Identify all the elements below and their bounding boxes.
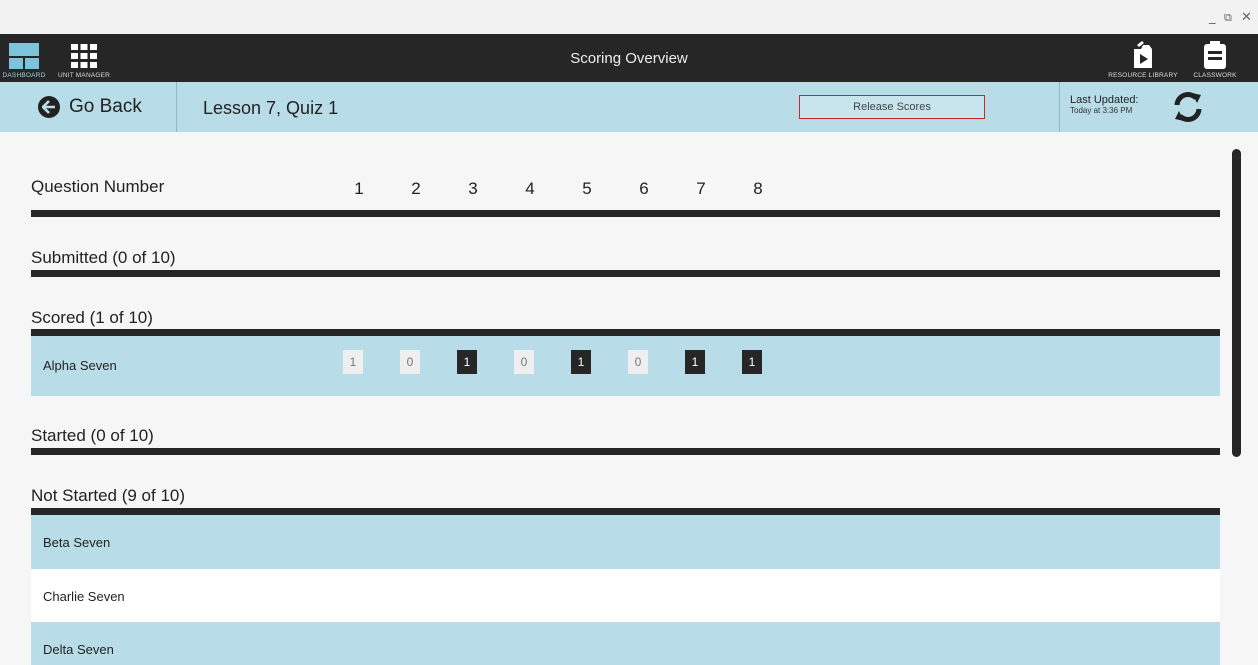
go-back-button[interactable]: Go Back <box>0 82 177 132</box>
score-cell[interactable]: 1 <box>685 350 705 374</box>
close-button[interactable]: ✕ <box>1241 10 1252 25</box>
window-titlebar: _ ⧉ ✕ <box>0 0 1258 34</box>
page-title: Scoring Overview <box>570 50 688 67</box>
nav-resource-library-label: RESOURCE LIBRARY <box>1108 72 1178 79</box>
nav-unit-manager-label: UNIT MANAGER <box>57 72 111 79</box>
classwork-icon <box>1204 41 1226 69</box>
score-cell[interactable]: 1 <box>457 350 477 374</box>
last-updated-label: Last Updated: <box>1070 94 1139 106</box>
last-updated: Last Updated: Today at 3:36 PM <box>1059 82 1258 132</box>
refresh-icon[interactable] <box>1172 91 1204 123</box>
arrow-left-icon <box>38 96 60 118</box>
question-number: 4 <box>525 179 535 198</box>
release-scores-button[interactable]: Release Scores <box>799 95 985 119</box>
student-name: Beta Seven <box>43 535 111 550</box>
vertical-scrollbar[interactable] <box>1232 149 1241 457</box>
question-number: 3 <box>468 179 478 198</box>
resource-library-icon <box>1134 41 1152 68</box>
app-header: DASHBOARD UNIT MANAGER Scoring Overview … <box>0 34 1258 82</box>
student-name: Delta Seven <box>43 642 114 657</box>
score-cell[interactable]: 0 <box>400 350 420 374</box>
section-scored-title: Scored (1 of 10) <box>31 308 153 327</box>
nav-classwork[interactable]: CLASSWORK <box>1186 34 1244 82</box>
restore-button[interactable]: ⧉ <box>1224 11 1232 25</box>
divider <box>31 448 1220 455</box>
student-name: Alpha Seven <box>43 358 117 373</box>
divider <box>31 508 1220 515</box>
question-number: 5 <box>582 179 592 198</box>
nav-resource-library[interactable]: RESOURCE LIBRARY <box>1106 34 1180 82</box>
score-cell[interactable]: 1 <box>742 350 762 374</box>
student-name: Charlie Seven <box>43 589 125 604</box>
minimize-button[interactable]: _ <box>1209 10 1216 25</box>
go-back-label: Go Back <box>69 96 142 117</box>
divider <box>31 270 1220 277</box>
nav-classwork-label: CLASSWORK <box>1193 72 1237 79</box>
question-number: 2 <box>411 179 421 198</box>
lesson-title: Lesson 7, Quiz 1 <box>203 98 339 118</box>
question-number-header: Question Number <box>31 177 165 196</box>
question-number: 1 <box>354 179 364 198</box>
student-row-not-started[interactable]: Charlie Seven <box>31 569 1220 622</box>
student-row-scored[interactable]: Alpha Seven 1 0 1 0 1 0 1 1 <box>31 336 1220 396</box>
section-submitted-title: Submitted (0 of 10) <box>31 248 176 267</box>
student-row-not-started[interactable]: Delta Seven <box>31 622 1220 665</box>
question-number: 8 <box>753 179 763 198</box>
section-not-started-title: Not Started (9 of 10) <box>31 486 186 505</box>
last-updated-time: Today at 3:36 PM <box>1070 106 1133 115</box>
toolbar: Go Back Lesson 7, Quiz 1 Release Scores … <box>0 82 1258 132</box>
question-number: 7 <box>696 179 706 198</box>
score-cell[interactable]: 0 <box>628 350 648 374</box>
score-cell[interactable]: 1 <box>571 350 591 374</box>
nav-dashboard-label: DASHBOARD <box>2 72 46 79</box>
divider <box>31 329 1220 336</box>
score-cell[interactable]: 0 <box>514 350 534 374</box>
divider <box>31 210 1220 217</box>
score-cell[interactable]: 1 <box>343 350 363 374</box>
question-number: 6 <box>639 179 649 198</box>
scoring-table: Question Number 1 2 3 4 5 6 7 8 Submitte… <box>0 132 1258 665</box>
section-started-title: Started (0 of 10) <box>31 426 154 445</box>
student-row-not-started[interactable]: Beta Seven <box>31 515 1220 569</box>
